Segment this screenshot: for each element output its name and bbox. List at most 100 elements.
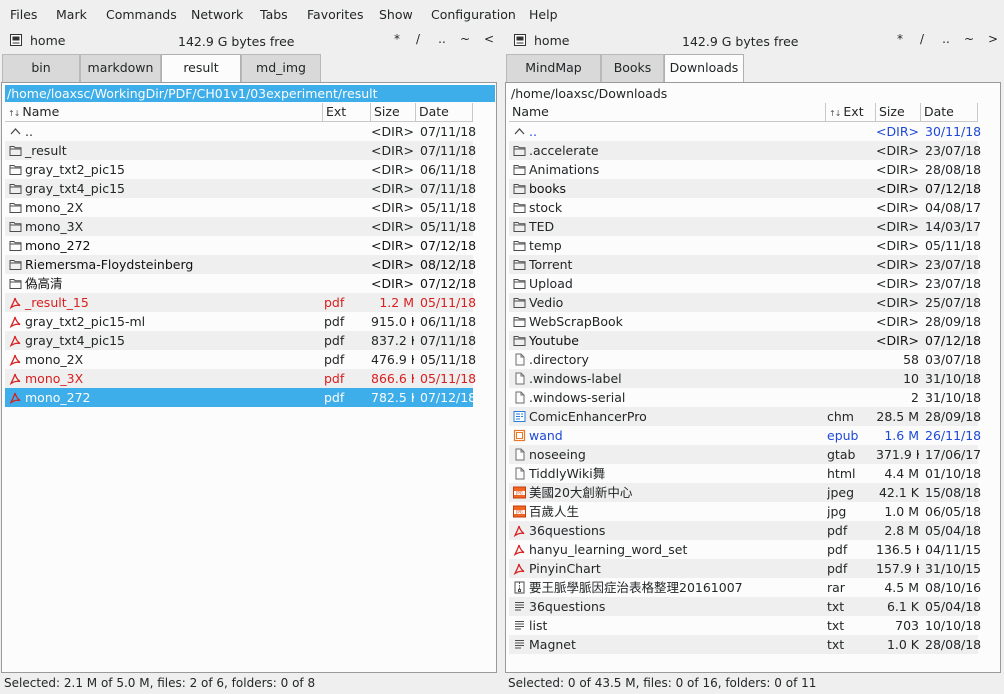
menu-mark[interactable]: Mark (56, 7, 87, 23)
file-row[interactable]: Riemersma-Floydsteinberg <DIR> 08/12/18 (5, 255, 476, 274)
file-list[interactable]: /home/loaxsc/WorkingDir/PDF/CH01v1/03exp… (1, 82, 497, 673)
drive-name[interactable]: home (30, 33, 65, 48)
nav-button-root[interactable]: * (390, 32, 404, 46)
file-row[interactable]: Torrent <DIR> 23/07/18 (509, 255, 981, 274)
file-row[interactable]: 要王脈學脈因症治表格整理20161007 rar 4.5 M 08/10/16 (509, 578, 981, 597)
file-name: .accelerate (529, 143, 599, 158)
file-row[interactable]: gray_txt2_pic15-ml pdf 915.0 K 06/11/18 (5, 312, 476, 331)
file-row[interactable]: gray_txt4_pic15 <DIR> 07/11/18 (5, 179, 476, 198)
file-ext: jpg (827, 504, 847, 519)
file-row[interactable]: mono_3X <DIR> 05/11/18 (5, 217, 476, 236)
file-row[interactable]: mono_3X pdf 866.6 K 05/11/18 (5, 369, 476, 388)
file-row[interactable]: list txt 703 10/10/18 (509, 616, 981, 635)
menu-tabs[interactable]: Tabs (260, 7, 288, 23)
file-row[interactable]: Youtube <DIR> 07/12/18 (509, 331, 981, 350)
nav-button-slash[interactable]: / (411, 32, 425, 46)
menu-commands[interactable]: Commands (106, 7, 177, 23)
file-row[interactable]: Vedio <DIR> 25/07/18 (509, 293, 981, 312)
file-size: 4.5 M (884, 580, 919, 595)
file-row[interactable]: WebScrapBook <DIR> 28/09/18 (509, 312, 981, 331)
nav-button-parent[interactable]: .. (435, 32, 449, 46)
file-size: <DIR> (876, 143, 919, 158)
file-ext: gtab (827, 447, 856, 462)
column-header-date[interactable]: Date (921, 103, 978, 122)
file-row[interactable]: mono_2X pdf 476.9 K 05/11/18 (5, 350, 476, 369)
nav-button-parent[interactable]: .. (939, 32, 953, 46)
file-row[interactable]: PinyinChart pdf 157.9 K 31/10/15 (509, 559, 981, 578)
file-row[interactable]: gray_txt4_pic15 pdf 837.2 K 07/11/18 (5, 331, 476, 350)
tab-books[interactable]: Books (601, 54, 664, 82)
file-row[interactable]: 百歲人生 jpg 1.0 M 06/05/18 (509, 502, 981, 521)
nav-button-home[interactable]: ~ (962, 32, 976, 46)
file-row[interactable]: 偽高清 <DIR> 07/12/18 (5, 274, 476, 293)
file-row[interactable]: 36questions pdf 2.8 M 05/04/18 (509, 521, 981, 540)
menu-show[interactable]: Show (379, 7, 413, 23)
drive-name[interactable]: home (534, 33, 569, 48)
column-header-ext[interactable]: Ext (323, 103, 371, 122)
column-header-name[interactable]: ↑↓ Name (5, 103, 323, 122)
nav-button-switch[interactable]: < (482, 32, 496, 46)
file-row[interactable]: ComicEnhancerPro chm 28.5 M 28/09/18 (509, 407, 981, 426)
column-header-label: Date (924, 104, 954, 119)
menu-network[interactable]: Network (191, 7, 243, 23)
nav-button-root[interactable]: * (893, 32, 907, 46)
tab-mindmap[interactable]: MindMap (506, 54, 601, 82)
file-row[interactable]: .windows-label 10 31/10/18 (509, 369, 981, 388)
file-row[interactable]: 36questions txt 6.1 K 05/04/18 (509, 597, 981, 616)
file-name: .. (25, 124, 33, 139)
file-row[interactable]: stock <DIR> 04/08/17 (509, 198, 981, 217)
file-row[interactable]: temp <DIR> 05/11/18 (509, 236, 981, 255)
file-ext: jpeg (827, 485, 855, 500)
tab-result[interactable]: result (161, 54, 241, 83)
current-path[interactable]: /home/loaxsc/WorkingDir/PDF/CH01v1/03exp… (5, 85, 495, 102)
file-row[interactable]: Magnet txt 1.0 K 28/08/18 (509, 635, 981, 654)
tab-markdown[interactable]: markdown (80, 54, 161, 82)
file-row[interactable]: wand epub 1.6 M 26/11/18 (509, 426, 981, 445)
tab-md-img[interactable]: md_img (241, 54, 321, 82)
file-size: 915.0 K (371, 314, 414, 329)
file-row[interactable]: noseeing gtab 371.9 K 17/06/17 (509, 445, 981, 464)
file-row[interactable]: _result <DIR> 07/11/18 (5, 141, 476, 160)
column-header-label: Size (879, 104, 905, 119)
file-row[interactable]: .. <DIR> 07/11/18 (5, 122, 476, 141)
column-header-size[interactable]: Size (876, 103, 921, 122)
menu-help[interactable]: Help (529, 7, 558, 23)
file-row[interactable]: mono_272 pdf 782.5 K 07/12/18 (5, 388, 476, 407)
file-date: 07/11/18 (420, 181, 477, 196)
file-row[interactable]: .directory 58 03/07/18 (509, 350, 981, 369)
column-header-size[interactable]: Size (371, 103, 416, 122)
nav-button-home[interactable]: ~ (458, 32, 472, 46)
file-row[interactable]: TiddlyWiki舞 html 4.4 M 01/10/18 (509, 464, 981, 483)
file-row[interactable]: mono_2X <DIR> 05/11/18 (5, 198, 476, 217)
file-row[interactable]: Upload <DIR> 23/07/18 (509, 274, 981, 293)
file-row[interactable]: mono_272 <DIR> 07/12/18 (5, 236, 476, 255)
file-row[interactable]: Animations <DIR> 28/08/18 (509, 160, 981, 179)
file-row[interactable]: books <DIR> 07/12/18 (509, 179, 981, 198)
file-row[interactable]: .accelerate <DIR> 23/07/18 (509, 141, 981, 160)
menu-favorites[interactable]: Favorites (307, 7, 363, 23)
nav-button-slash[interactable]: / (915, 32, 929, 46)
nav-button-switch[interactable]: > (986, 32, 1000, 46)
file-date: 26/11/18 (925, 428, 982, 443)
file-date: 08/12/18 (420, 257, 477, 272)
tab-downloads[interactable]: Downloads (664, 54, 744, 83)
file-row[interactable]: TED <DIR> 14/03/17 (509, 217, 981, 236)
current-path[interactable]: /home/loaxsc/Downloads (509, 85, 999, 102)
file-row[interactable]: 美國20大創新中心 jpeg 42.1 K 15/08/18 (509, 483, 981, 502)
file-row[interactable]: .. <DIR> 30/11/18 (509, 122, 981, 141)
file-row[interactable]: _result_15 pdf 1.2 M 05/11/18 (5, 293, 476, 312)
column-header-ext[interactable]: ↑↓ Ext (826, 103, 876, 122)
file-row[interactable]: .windows-serial 2 31/10/18 (509, 388, 981, 407)
tab-bin[interactable]: bin (2, 54, 80, 82)
file-date: 31/10/15 (925, 561, 982, 576)
menu-files[interactable]: Files (10, 7, 37, 23)
file-name: 美國20大創新中心 (529, 485, 633, 500)
menu-configuration[interactable]: Configuration (431, 7, 516, 23)
file-row[interactable]: hanyu_learning_word_set pdf 136.5 K 04/11/1… (509, 540, 981, 559)
file-date: 07/11/18 (420, 124, 477, 139)
file-list[interactable]: /home/loaxsc/Downloads Name ↑↓ Ext Size Date.… (505, 82, 1001, 673)
file-row[interactable]: gray_txt2_pic15 <DIR> 06/11/18 (5, 160, 476, 179)
column-header-date[interactable]: Date (416, 103, 473, 122)
column-header-name[interactable]: Name (509, 103, 826, 122)
file-name: wand (529, 428, 563, 443)
